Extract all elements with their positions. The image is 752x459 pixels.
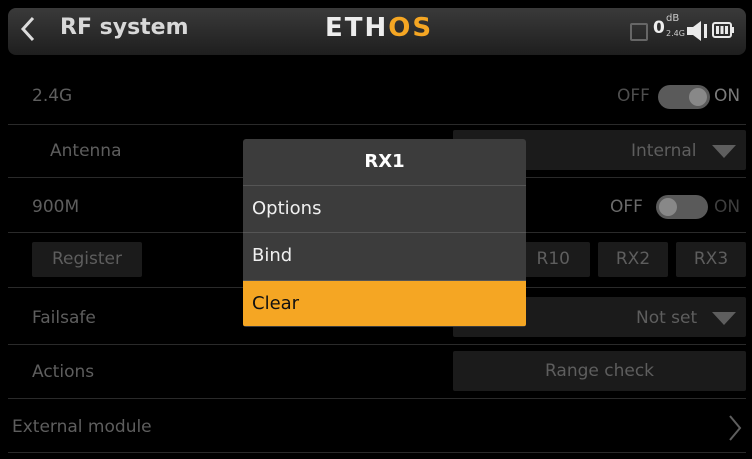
battery-icon (712, 22, 734, 38)
band-24-off-label: OFF (617, 86, 650, 106)
actions-label: Actions (32, 362, 95, 382)
antenna-value: Internal (631, 141, 697, 161)
page-title: RF system (60, 15, 189, 40)
signal-value: 0 (653, 18, 665, 38)
chevron-down-icon (712, 145, 736, 158)
signal-band: 2.4G (666, 29, 685, 38)
band-24-label: 2.4G (32, 86, 73, 106)
rx3-button[interactable]: RX3 (676, 242, 746, 277)
chevron-right-icon[interactable] (728, 414, 742, 442)
band-900-off-label: OFF (610, 197, 643, 217)
register-button[interactable]: Register (32, 242, 142, 277)
divider (8, 124, 746, 125)
back-arrow-icon[interactable] (18, 14, 38, 44)
failsafe-label: Failsafe (32, 308, 96, 328)
rx2-button[interactable]: RX2 (598, 242, 668, 277)
range-check-button[interactable]: Range check (453, 351, 746, 391)
divider (8, 398, 746, 399)
signal-unit: dB (666, 13, 680, 24)
menu-item-clear[interactable]: Clear (243, 280, 526, 326)
divider (8, 452, 746, 453)
band-900-toggle[interactable] (656, 195, 708, 219)
band-900-label: 900M (32, 197, 80, 217)
band-24-toggle[interactable] (658, 85, 710, 109)
receiver-status-icon (630, 23, 648, 41)
ethos-logo: ETHOS (325, 13, 434, 43)
band-900-on-label: ON (714, 197, 741, 217)
external-module-label[interactable]: External module (12, 416, 152, 438)
speaker-icon[interactable] (685, 19, 715, 43)
chevron-down-icon (712, 312, 736, 325)
dialog-title: RX1 (364, 151, 405, 172)
rx1-context-menu: RX1 Options Bind Clear (243, 139, 526, 327)
divider (8, 344, 746, 345)
failsafe-value: Not set (636, 308, 698, 328)
menu-item-options[interactable]: Options (243, 185, 526, 231)
antenna-label: Antenna (50, 141, 122, 161)
band-24-on-label: ON (714, 86, 741, 106)
menu-item-bind[interactable]: Bind (243, 232, 526, 278)
